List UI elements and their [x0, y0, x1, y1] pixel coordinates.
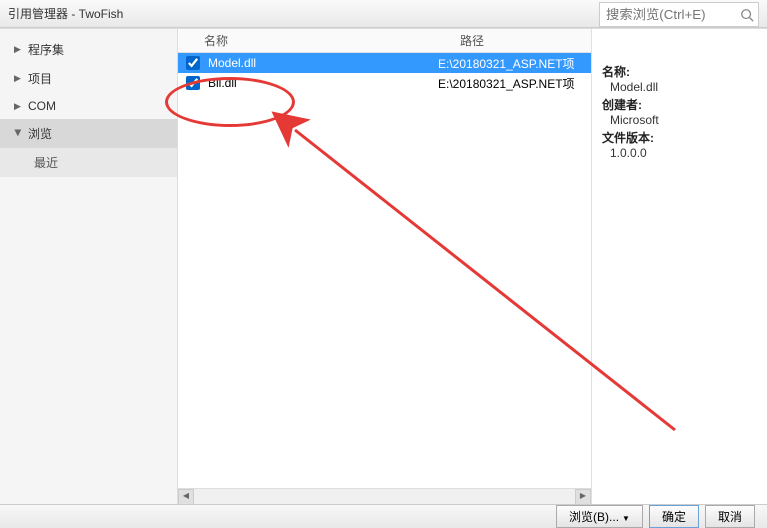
window-title: 引用管理器 - TwoFish	[8, 5, 123, 22]
detail-creator-value: Microsoft	[602, 113, 757, 127]
column-header-name[interactable]: 名称	[178, 32, 434, 49]
sidebar-item-com[interactable]: ▶COM	[0, 93, 177, 119]
cell-path: E:\20180321_ASP.NET项	[438, 75, 591, 92]
chevron-right-icon: ▶	[14, 101, 22, 112]
detail-name-value: Model.dll	[602, 80, 757, 94]
footer: 浏览(B)...▼ 确定 取消	[0, 504, 767, 528]
sidebar-item-projects[interactable]: ▶项目	[0, 64, 177, 93]
sidebar-sub-recent[interactable]: 最近	[0, 148, 177, 177]
browse-button[interactable]: 浏览(B)...▼	[556, 505, 643, 528]
cell-name: Bll.dll	[206, 76, 438, 90]
detail-version-value: 1.0.0.0	[602, 146, 757, 160]
sidebar-item-assemblies[interactable]: ▶程序集	[0, 35, 177, 64]
dropdown-icon: ▼	[622, 514, 630, 523]
details-panel: 名称: Model.dll 创建者: Microsoft 文件版本: 1.0.0…	[591, 29, 767, 504]
chevron-right-icon: ▶	[14, 73, 22, 84]
cancel-button[interactable]: 取消	[705, 505, 755, 528]
cell-path: E:\20180321_ASP.NET项	[438, 55, 591, 72]
scroll-right-button[interactable]: ▶	[575, 489, 591, 505]
column-header-path[interactable]: 路径	[434, 32, 591, 49]
row-checkbox[interactable]	[186, 56, 200, 70]
sidebar: ▶程序集 ▶项目 ▶COM ▶浏览 最近	[0, 29, 178, 504]
reference-list: 名称 路径 Model.dll E:\20180321_ASP.NET项 Bll…	[178, 29, 591, 504]
ok-button[interactable]: 确定	[649, 505, 699, 528]
cell-name: Model.dll	[206, 56, 438, 70]
table-row[interactable]: Model.dll E:\20180321_ASP.NET项	[178, 53, 591, 73]
chevron-right-icon: ▶	[14, 44, 22, 55]
sidebar-item-browse[interactable]: ▶浏览	[0, 119, 177, 148]
chevron-down-icon: ▶	[13, 130, 24, 138]
table-row[interactable]: Bll.dll E:\20180321_ASP.NET项	[178, 73, 591, 93]
detail-name-label: 名称:	[602, 63, 757, 80]
detail-creator-label: 创建者:	[602, 96, 757, 113]
row-checkbox[interactable]	[186, 76, 200, 90]
scroll-left-button[interactable]: ◀	[178, 489, 194, 505]
detail-version-label: 文件版本:	[602, 129, 757, 146]
